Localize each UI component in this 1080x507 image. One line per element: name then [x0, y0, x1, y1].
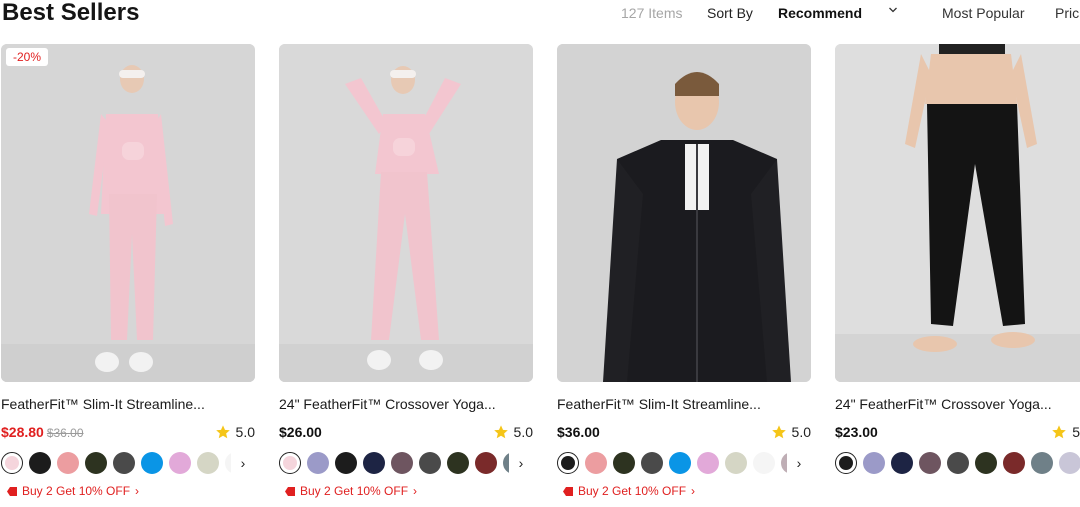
tag-icon — [7, 486, 17, 496]
product-name[interactable]: FeatherFit™ Slim-It Streamline... — [557, 396, 761, 412]
tag-icon — [563, 486, 573, 496]
discount-badge: -20% — [6, 48, 49, 66]
color-swatch[interactable] — [947, 452, 969, 474]
color-swatch[interactable] — [279, 452, 301, 474]
price-row: $26.00 5.0 — [279, 424, 533, 444]
color-swatch[interactable] — [29, 452, 51, 474]
color-swatch[interactable] — [641, 452, 663, 474]
price-row: $36.00 5.0 — [557, 424, 811, 444]
color-swatch[interactable] — [975, 452, 997, 474]
color-swatch[interactable] — [669, 452, 691, 474]
promo-text: Buy 2 Get 10% OFF — [300, 484, 409, 498]
product-image[interactable]: -20% — [1, 44, 255, 382]
product-image[interactable] — [557, 44, 811, 382]
color-swatch[interactable] — [557, 452, 579, 474]
tag-icon — [285, 486, 295, 496]
color-swatch[interactable] — [363, 452, 385, 474]
price: $36.00 — [557, 424, 600, 440]
chevron-right-icon: › — [413, 484, 418, 498]
color-swatch[interactable] — [1, 452, 23, 474]
color-swatch[interactable] — [335, 452, 357, 474]
rating-value: 5.0 — [235, 424, 255, 440]
price: $26.00 — [279, 424, 322, 440]
promo-text: Buy 2 Get 10% OFF — [578, 484, 687, 498]
rating: 5.0 — [771, 424, 811, 440]
product-name[interactable]: 24" FeatherFit™ Crossover Yoga... — [835, 396, 1052, 412]
product-name[interactable]: 24" FeatherFit™ Crossover Yoga... — [279, 396, 496, 412]
promo-tag[interactable]: Buy 2 Get 10% OFF › — [7, 484, 139, 498]
color-swatch[interactable] — [307, 452, 329, 474]
color-swatch[interactable] — [919, 452, 941, 474]
color-swatch[interactable] — [141, 452, 163, 474]
price-row: $28.80 $36.00 5.0 — [1, 424, 255, 444]
price-row: $23.00 5 — [835, 424, 1080, 444]
color-swatches: › — [557, 451, 811, 475]
color-swatch[interactable] — [57, 452, 79, 474]
sort-price[interactable]: Pric — [1055, 5, 1079, 21]
color-swatch[interactable] — [447, 452, 469, 474]
page-title: Best Sellers — [2, 0, 140, 26]
color-swatch[interactable] — [891, 452, 913, 474]
product-card[interactable]: FeatherFit™ Slim-It Streamline... $36.00… — [557, 44, 811, 498]
rating-value: 5.0 — [513, 424, 533, 440]
product-card[interactable]: -20% FeatherFit™ Slim-It Streamline... $… — [1, 44, 255, 498]
listing-header: Best Sellers 127 Items Sort By Recommend… — [0, 0, 1080, 30]
color-swatch[interactable] — [585, 452, 607, 474]
star-icon — [1052, 425, 1067, 439]
color-swatches: › — [279, 451, 533, 475]
chevron-right-icon[interactable]: › — [231, 451, 255, 475]
price: $23.00 — [835, 424, 878, 440]
color-swatch[interactable] — [1003, 452, 1025, 474]
color-swatch[interactable] — [391, 452, 413, 474]
product-image[interactable] — [835, 44, 1080, 382]
color-swatch[interactable] — [197, 452, 219, 474]
item-count: 127 Items — [621, 5, 683, 21]
color-swatches — [835, 451, 1080, 475]
color-swatch[interactable] — [113, 452, 135, 474]
color-swatch[interactable] — [753, 452, 775, 474]
star-icon — [493, 425, 508, 439]
rating-value: 5.0 — [791, 424, 811, 440]
promo-tag[interactable]: Buy 2 Get 10% OFF › — [285, 484, 417, 498]
color-swatch[interactable] — [169, 452, 191, 474]
sort-dropdown[interactable]: Recommend — [778, 5, 862, 21]
star-icon — [215, 425, 230, 439]
rating: 5.0 — [493, 424, 533, 440]
sort-by-label: Sort By — [707, 5, 753, 21]
product-card[interactable]: 24" FeatherFit™ Crossover Yoga... $23.00… — [835, 44, 1080, 474]
original-price: $36.00 — [46, 426, 84, 440]
rating: 5.0 — [215, 424, 255, 440]
promo-tag[interactable]: Buy 2 Get 10% OFF › — [563, 484, 695, 498]
product-name[interactable]: FeatherFit™ Slim-It Streamline... — [1, 396, 205, 412]
color-swatches: › — [1, 451, 255, 475]
rating-value: 5 — [1072, 424, 1080, 440]
sale-price: $28.80 — [1, 424, 44, 440]
color-swatch[interactable] — [725, 452, 747, 474]
color-swatch[interactable] — [863, 452, 885, 474]
color-swatch[interactable] — [697, 452, 719, 474]
sort-most-popular[interactable]: Most Popular — [942, 5, 1024, 21]
color-swatch[interactable] — [475, 452, 497, 474]
color-swatch[interactable] — [419, 452, 441, 474]
chevron-down-icon[interactable] — [887, 4, 899, 16]
rating: 5 — [1051, 424, 1080, 440]
color-swatch[interactable] — [613, 452, 635, 474]
color-swatch[interactable] — [85, 452, 107, 474]
chevron-right-icon[interactable]: › — [787, 451, 811, 475]
chevron-right-icon[interactable]: › — [509, 451, 533, 475]
chevron-right-icon: › — [135, 484, 140, 498]
color-swatch[interactable] — [1059, 452, 1080, 474]
color-swatch[interactable] — [1031, 452, 1053, 474]
color-swatch[interactable] — [835, 452, 857, 474]
product-image[interactable] — [279, 44, 533, 382]
promo-text: Buy 2 Get 10% OFF — [22, 484, 131, 498]
star-icon — [771, 425, 786, 439]
product-card[interactable]: 24" FeatherFit™ Crossover Yoga... $26.00… — [279, 44, 533, 498]
chevron-right-icon: › — [691, 484, 696, 498]
